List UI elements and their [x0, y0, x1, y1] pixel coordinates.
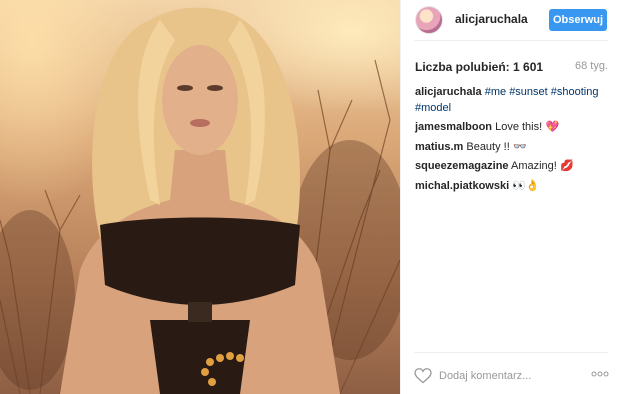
panel-divider [400, 0, 401, 394]
comment-emoji: 👀👌 [512, 178, 540, 192]
more-options-icon[interactable] [591, 371, 609, 377]
header-divider [414, 40, 608, 41]
heart-icon[interactable] [414, 368, 432, 384]
avatar[interactable] [415, 6, 443, 34]
comment-username[interactable]: squeezemagazine [415, 160, 509, 172]
comment-username[interactable]: alicjaruchala [415, 86, 482, 98]
comment-text: Love this! [495, 121, 543, 133]
post-photo[interactable] [0, 0, 400, 394]
comment-input[interactable] [439, 368, 579, 384]
likes-row: Liczba polubień: 1 601 68 tyg. [415, 60, 608, 74]
comment-emoji: 👓 [509, 139, 527, 153]
hashtag-link[interactable]: #model [415, 102, 451, 114]
username-link[interactable]: alicjaruchala [455, 12, 528, 26]
comment-item: alicjaruchala #me #sunset #shooting #mod… [415, 85, 608, 116]
likes-count[interactable]: 1 601 [513, 60, 543, 74]
comment-username[interactable]: michal.piatkowski [415, 180, 509, 192]
post-photo-illustration [0, 7, 400, 394]
follow-button[interactable]: Obserwuj [549, 9, 607, 31]
comment-emoji: 💖 [542, 120, 560, 133]
footer-divider [414, 352, 608, 353]
comment-item: michal.piatkowski 👀👌 [415, 178, 608, 195]
comments-list: alicjaruchala #me #sunset #shooting #mod… [415, 85, 608, 197]
comment-text: Amazing! [511, 160, 557, 172]
comment-text: Beauty !! [466, 140, 510, 153]
post-header: alicjaruchala Obserwuj [401, 0, 619, 40]
post-footer [401, 360, 619, 394]
hashtag-link[interactable]: #sunset [509, 86, 548, 98]
comment-username[interactable]: matius.m [415, 141, 463, 153]
comment-username[interactable]: jamesmalboon [415, 121, 492, 133]
hashtag-link[interactable]: #shooting [551, 86, 599, 98]
hashtag-link[interactable]: #me [485, 86, 506, 98]
likes-label: Liczba polubień: [415, 60, 510, 74]
comment-item: squeezemagazine Amazing! 💋 [415, 158, 608, 175]
post-age[interactable]: 68 tyg. [575, 60, 608, 72]
comment-item: jamesmalboon Love this! 💖 [415, 119, 608, 136]
comment-emoji: 💋 [556, 159, 575, 172]
comment-item: matius.m Beauty !! 👓 [415, 139, 608, 156]
